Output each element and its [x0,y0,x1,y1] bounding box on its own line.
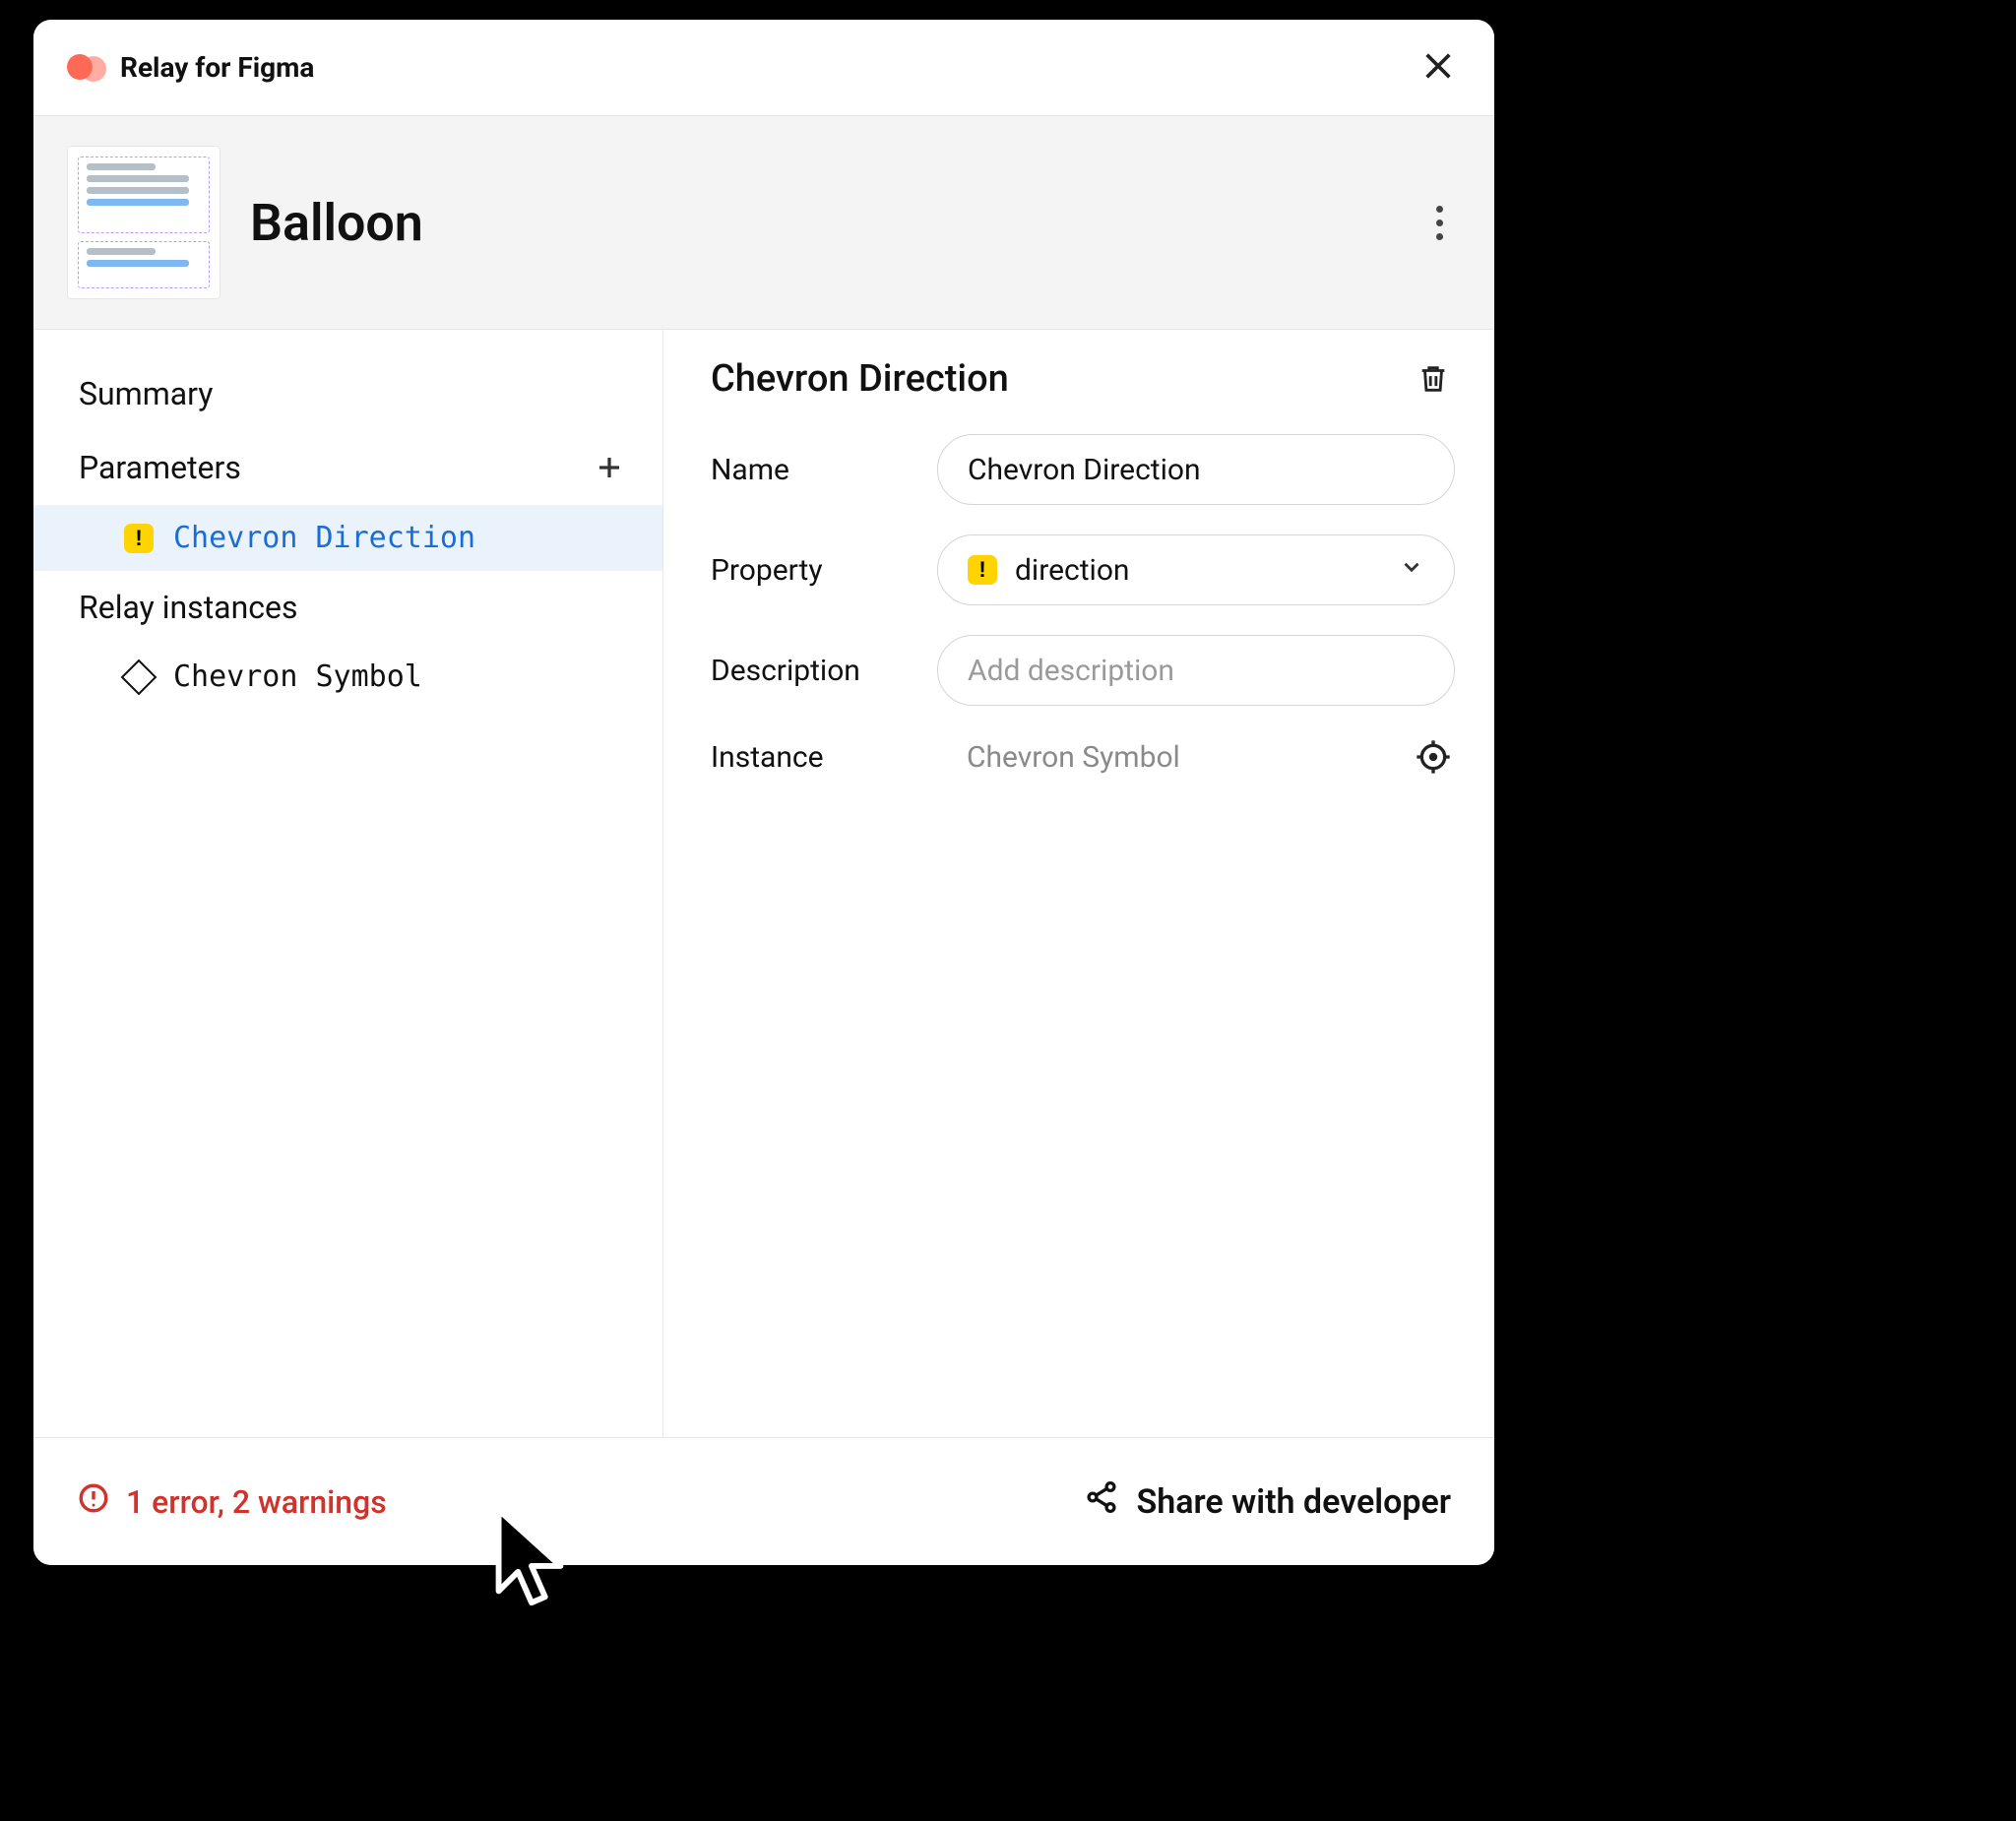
footer: 1 error, 2 warnings Share with developer [33,1437,1494,1565]
component-name: Balloon [250,193,423,253]
instance-field-label: Instance [711,740,917,775]
chevron-down-icon [1399,553,1424,588]
app-name: Relay for Figma [120,51,314,84]
description-input-field[interactable] [968,654,1424,688]
instance-item-label: Chevron Symbol [173,659,422,694]
parameter-item-label: Chevron Direction [173,521,475,555]
instance-item-chevron-symbol[interactable]: Chevron Symbol [33,644,662,710]
name-input[interactable] [937,434,1455,505]
sidebar-section-instances: Relay instances [33,571,662,644]
share-label: Share with developer [1137,1482,1452,1522]
errors-warnings-button[interactable]: 1 error, 2 warnings [77,1481,387,1523]
titlebar: Relay for Figma [33,20,1494,116]
detail-pane: Chevron Direction Name Proper [663,330,1494,1437]
instance-icon [121,659,158,695]
detail-title: Chevron Direction [711,357,1412,401]
close-button[interactable] [1416,45,1461,91]
description-field-label: Description [711,654,917,688]
sidebar: Summary Parameters ! Chevron Direction R… [33,330,663,1437]
delete-parameter-button[interactable] [1412,357,1455,401]
sidebar-section-summary[interactable]: Summary [33,357,662,430]
component-menu-button[interactable] [1418,201,1461,244]
errors-warnings-label: 1 error, 2 warnings [126,1483,387,1521]
component-header: Balloon [33,116,1494,330]
relay-logo-icon [67,54,106,82]
component-thumbnail [67,146,220,299]
share-with-developer-button[interactable]: Share with developer [1084,1479,1452,1524]
instances-label: Relay instances [79,589,629,626]
parameters-label: Parameters [79,449,590,486]
property-value: direction [1015,553,1130,588]
property-select[interactable]: ! direction [937,534,1455,605]
warning-icon: ! [124,524,154,553]
locate-instance-button[interactable] [1412,735,1455,779]
close-icon [1421,49,1455,87]
name-input-field[interactable] [968,453,1424,487]
summary-label: Summary [79,375,629,412]
description-input[interactable] [937,635,1455,706]
add-parameter-button[interactable] [590,448,629,487]
property-field-label: Property [711,553,917,588]
warning-icon: ! [968,555,997,585]
name-field-label: Name [711,453,917,487]
relay-panel: Relay for Figma [33,20,1494,1565]
parameter-item-chevron-direction[interactable]: ! Chevron Direction [33,505,662,571]
share-icon [1084,1479,1119,1524]
sidebar-section-parameters: Parameters [33,430,662,505]
error-icon [77,1481,110,1523]
instance-value: Chevron Symbol [937,740,1392,775]
